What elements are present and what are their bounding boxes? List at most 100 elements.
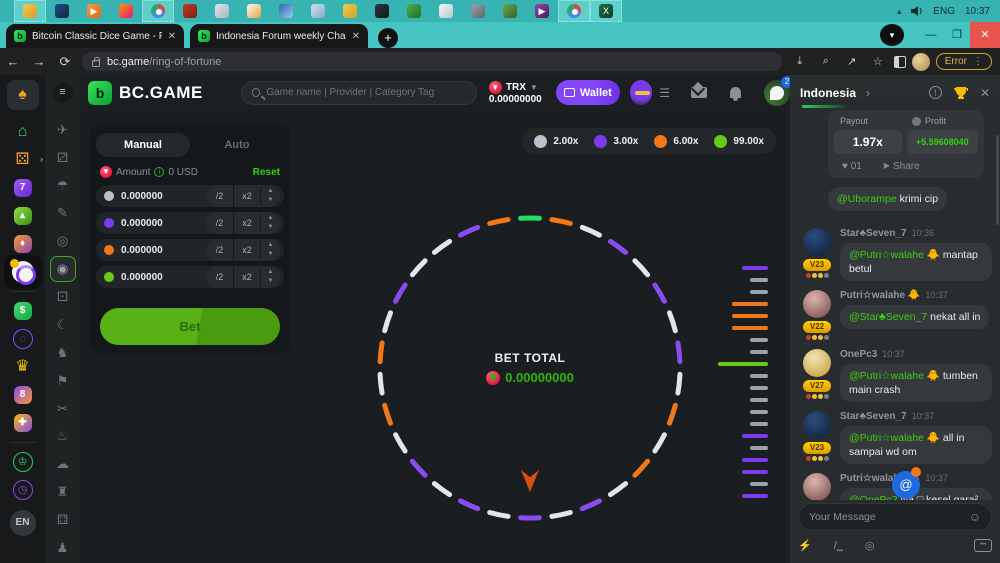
half-bet-button[interactable]: /2 [206,212,233,234]
chat-message-bubble[interactable]: @Putri☆walahe 🐥 mantap betul [840,243,992,281]
bcgame-logo[interactable]: b BC.GAME [88,81,203,105]
stepper-down-icon[interactable]: ▼ [268,223,274,232]
bet-amount-value[interactable]: 0.000000 [121,218,206,229]
game-rocket-icon[interactable]: ♟ [50,535,76,561]
sidebar-item-vip[interactable]: ♛ [0,353,45,381]
notifications-icon[interactable] [730,87,741,98]
game-hand-icon[interactable]: ✎ [50,201,76,227]
browser-profile-avatar[interactable] [912,53,930,71]
stepper-up-icon[interactable]: ▲ [268,214,274,223]
chat-message-bubble[interactable]: @Putri☆walahe 🐥 all in sampai wd om [840,426,992,464]
search-input[interactable] [266,87,466,98]
game-wheel-icon[interactable]: ☾ [50,312,76,338]
mention-text[interactable]: @Star♣Seven_7 [849,311,927,323]
chat-room-title[interactable]: Indonesia [800,86,856,100]
new-tab-button[interactable]: + [378,28,398,48]
forward-button[interactable]: → [26,54,52,69]
half-bet-button[interactable]: /2 [206,239,233,261]
browser-menu-icon[interactable]: ⋮ [973,56,983,67]
tools-app-icon[interactable] [494,0,526,22]
chat-message-bubble[interactable]: @Uborampe krimi cip [828,187,947,211]
browser-tab-1[interactable]: b Bitcoin Classic Dice Game - Play | ✕ [6,24,184,48]
volume-icon[interactable] [911,6,923,16]
avatar[interactable] [803,349,831,377]
casino-spade-icon[interactable]: ♠ [7,80,39,110]
sidebar-item-ring-of-fortune[interactable] [0,258,45,286]
stepper-down-icon[interactable]: ▼ [268,277,274,286]
rain-icon[interactable]: ⚡ [798,539,812,552]
game-ball-icon[interactable]: ⚑ [50,368,76,394]
like-button[interactable]: ♥ 01 [842,161,862,172]
stepper-up-icon[interactable]: ▲ [268,268,274,277]
folder-icon[interactable] [334,0,366,22]
sidebar-item-slots[interactable]: 7 [0,174,45,202]
inbox-icon[interactable] [691,87,707,98]
emoji-icon[interactable]: ☺ [969,510,981,524]
collapse-menu-icon[interactable]: ≡ [53,83,73,103]
amount-stepper[interactable]: ▲▼ [260,214,280,232]
side-panel-icon[interactable] [894,56,906,68]
double-bet-button[interactable]: x2 [233,266,260,288]
chat-messages[interactable]: Payout Profit 1.97x +5.59608040 ♥ 01 ➤ S… [790,110,1000,500]
clipboard-app-icon[interactable] [206,0,238,22]
sidebar-item-tournament[interactable]: ◌ [0,325,45,353]
window-minimize-button[interactable]: — [918,22,944,48]
wallet-button[interactable]: Wallet [556,80,620,105]
message-username[interactable]: Star♣Seven_710:37 [840,411,992,422]
photos-app-icon[interactable] [46,0,78,22]
avatar[interactable] [803,290,831,318]
game-flask-icon[interactable]: ♨ [50,424,76,450]
game-ring-of-fortune-icon[interactable]: ◉ [50,256,76,282]
language-indicator[interactable]: ENG [933,6,955,17]
pidgin-app-icon[interactable] [366,0,398,22]
firefox-icon[interactable] [110,0,142,22]
half-bet-button[interactable]: /2 [206,266,233,288]
chat-close-icon[interactable]: ✕ [980,86,990,100]
sidebar-item-rewards[interactable]: $ [0,297,45,325]
sidebar-item-card-games[interactable]: ♦ [0,230,45,258]
chat-scrollbar[interactable] [996,135,999,225]
bet-list-icon[interactable]: ☰ [659,86,669,100]
files-app-icon[interactable] [462,0,494,22]
coin-tip-icon[interactable]: ◎ [865,539,875,552]
game-pen-icon[interactable]: ☁ [50,451,76,477]
mention-text[interactable]: @OnePc3 [849,494,898,500]
bet-amount-value[interactable]: 0.000000 [121,191,206,202]
chat-message[interactable]: V27OnePc310:37@Putri☆walahe 🐥 tumben mai… [798,349,992,402]
reload-button[interactable]: ⟳ [52,54,78,70]
stepper-up-icon[interactable]: ▲ [268,241,274,250]
game-app-icon[interactable] [398,0,430,22]
bet-amount-value[interactable]: 0.000000 [121,272,206,283]
half-bet-button[interactable]: /2 [206,185,233,207]
balance-display[interactable]: ▼TRX▼ 0.00000000 [489,81,542,105]
clock[interactable]: 10:37 [965,6,990,17]
mention-text[interactable]: @Putri☆walahe 🐥 [849,370,940,382]
chat-input[interactable] [809,511,969,523]
shared-bet-card[interactable]: Payout Profit 1.97x +5.59608040 ♥ 01 ➤ S… [828,110,984,178]
chrome-pinned-icon[interactable] [558,0,590,22]
chat-message[interactable]: V22Putri☆walahe 🐥10:37@Star♣Seven_7 neka… [798,290,992,340]
tray-chevron-icon[interactable]: ▴ [897,7,901,16]
chat-app-icon[interactable] [430,0,462,22]
game-search[interactable] [241,81,477,105]
sidebar-item-bonus[interactable]: ✚ [0,409,45,437]
excel-icon[interactable]: X [590,0,622,22]
chat-input-wrap[interactable]: ☺ [798,503,992,531]
amount-stepper[interactable]: ▲▼ [260,268,280,286]
file-explorer-icon[interactable] [14,0,46,22]
message-username[interactable]: Star♣Seven_710:36 [840,228,992,239]
window-restore-button[interactable]: ❐ [944,22,970,48]
chat-message[interactable]: V23Star♣Seven_710:37@Putri☆walahe 🐥 all … [798,411,992,464]
search-tool-icon[interactable] [302,0,334,22]
game-mask-icon[interactable]: ♞ [50,340,76,366]
info-icon[interactable]: i [154,167,164,177]
double-bet-button[interactable]: x2 [233,185,260,207]
trophy-icon[interactable] [954,86,968,99]
stepper-up-icon[interactable]: ▲ [268,187,274,196]
sidebar-item-recent[interactable]: ◷ [0,476,45,504]
user-avatar[interactable] [630,80,652,105]
back-button[interactable]: ← [0,54,26,69]
mention-text[interactable]: @Putri☆walahe 🐥 [849,249,940,261]
game-bird-icon[interactable]: ✂ [50,396,76,422]
chat-rules-icon[interactable]: ! [929,86,942,99]
